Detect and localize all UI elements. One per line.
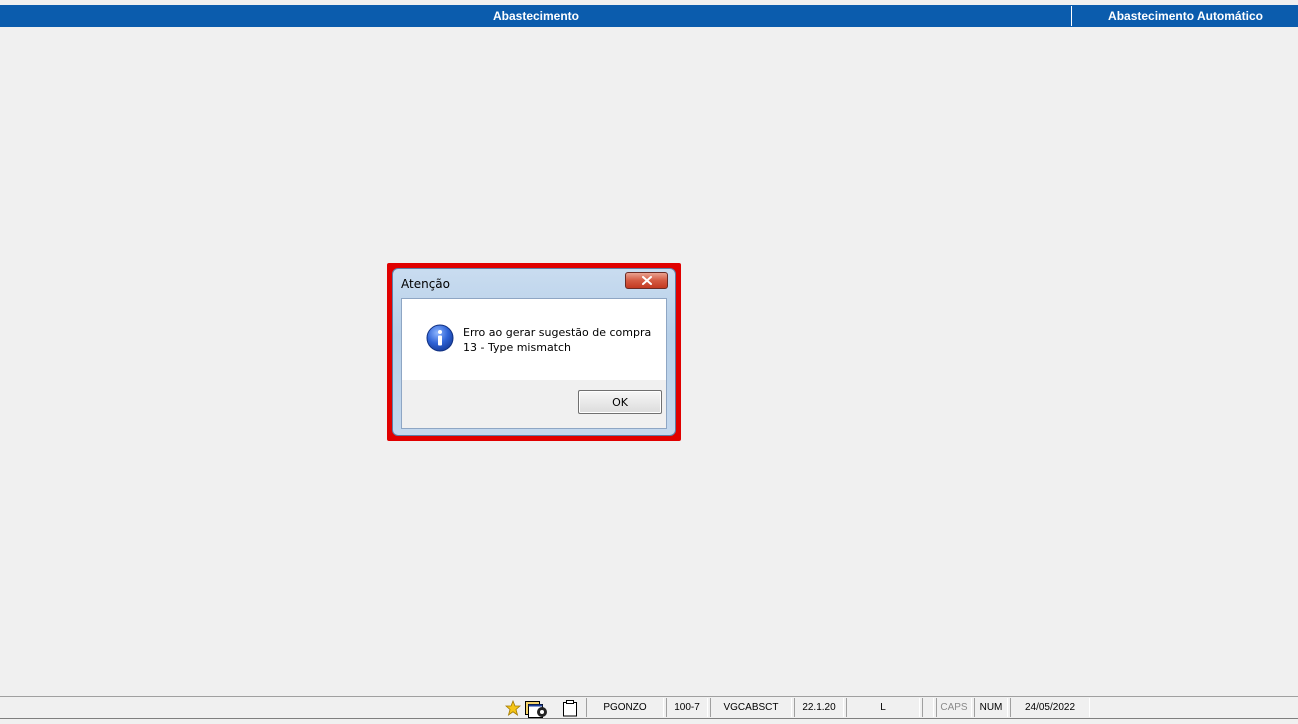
status-version: 22.1.20 [794,698,844,717]
close-icon [641,276,652,285]
error-message: Erro ao gerar sugestão de compra 13 - Ty… [463,325,651,355]
dialog-body: Erro ao gerar sugestão de compra 13 - Ty… [401,298,667,429]
title-bar: Abastecimento Abastecimento Automático [0,5,1298,27]
status-user: PGONZO [586,698,664,717]
window-settings-icon[interactable] [525,700,553,718]
status-module: VGCABSCT [710,698,792,717]
status-date: 24/05/2022 [1010,698,1090,717]
star-icon[interactable] [505,700,521,716]
status-divider [0,718,1298,719]
ok-button[interactable]: OK [578,390,662,414]
status-mode: L [846,698,920,717]
message-line-2: 13 - Type mismatch [463,341,572,354]
close-button[interactable] [625,272,668,289]
clipboard-icon[interactable] [562,700,578,717]
message-area: Erro ao gerar sugestão de compra 13 - Ty… [402,299,666,380]
dialog-title: Atenção [401,277,450,291]
status-bar: PGONZO 100-7 VGCABSCT 22.1.20 L CAPS NUM… [0,696,1298,721]
alert-dialog: Atenção Erro ao gerar sugestão de compra… [392,268,676,436]
title-separator [1071,6,1072,26]
status-empty [922,698,934,717]
message-line-1: Erro ao gerar sugestão de compra [463,326,652,339]
status-caps: CAPS [936,698,972,717]
status-num: NUM [974,698,1008,717]
status-code: 100-7 [666,698,708,717]
main-title: Abastecimento [492,9,580,23]
info-icon [426,324,454,352]
secondary-title: Abastecimento Automático [1108,9,1263,23]
